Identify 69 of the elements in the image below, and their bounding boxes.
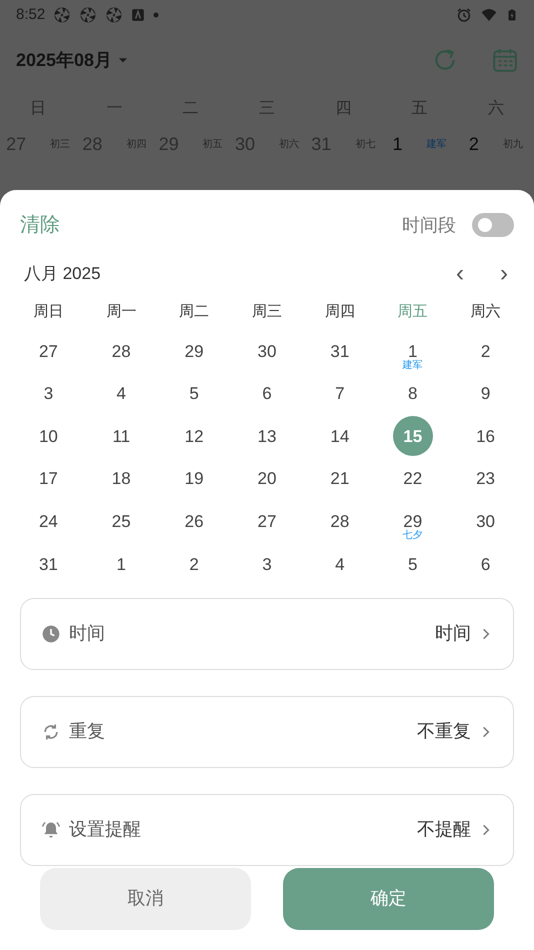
- weekday-label: 周四: [324, 302, 356, 322]
- weekday-label: 周六: [470, 302, 502, 322]
- day-cell[interactable]: 1: [101, 544, 142, 584]
- settings-row[interactable]: 重复 不重复: [20, 696, 514, 768]
- day-cell[interactable]: 7: [320, 374, 360, 414]
- bell-icon: [41, 820, 61, 840]
- dot-icon: [153, 12, 160, 18]
- status-time: 8:52: [16, 4, 46, 25]
- day-cell[interactable]: 30: [246, 331, 287, 372]
- time-range-toggle[interactable]: [472, 213, 514, 237]
- next-month-button[interactable]: ›: [494, 262, 514, 286]
- day-cell[interactable]: 21: [320, 459, 360, 500]
- day-cell[interactable]: 19: [174, 459, 214, 500]
- wifi-icon: [480, 7, 498, 23]
- day-cell[interactable]: 5: [174, 374, 214, 414]
- day-cell[interactable]: 25: [101, 502, 142, 542]
- day-cell[interactable]: 31: [320, 331, 360, 372]
- app-icon: [131, 8, 146, 22]
- day-cell[interactable]: 14: [320, 416, 360, 456]
- day-cell[interactable]: 2: [466, 331, 506, 372]
- day-cell[interactable]: 4: [101, 374, 142, 414]
- cancel-button[interactable]: 取消: [40, 868, 251, 930]
- day-cell[interactable]: 11: [101, 416, 142, 456]
- day-cell[interactable]: 3: [246, 544, 287, 584]
- festival-label: 建军: [402, 358, 423, 373]
- aperture-icon: [53, 6, 72, 24]
- day-cell[interactable]: 31: [28, 544, 68, 584]
- clock-icon: [41, 624, 61, 644]
- day-cell[interactable]: 2: [174, 544, 214, 584]
- day-cell[interactable]: 8: [392, 374, 433, 414]
- festival-label: 七夕: [402, 528, 423, 543]
- day-cell[interactable]: 28: [320, 502, 360, 542]
- day-cell[interactable]: 27: [28, 331, 68, 372]
- month-title: 八月 2025: [24, 263, 101, 286]
- day-cell[interactable]: 26: [174, 502, 214, 542]
- day-cell[interactable]: 6: [466, 544, 506, 584]
- time-range-label: 时间段: [402, 214, 456, 236]
- weekday-label: 周二: [178, 302, 210, 322]
- day-cell[interactable]: 6: [246, 374, 287, 414]
- day-cell[interactable]: 18: [101, 459, 142, 500]
- alarm-icon: [456, 7, 472, 23]
- day-cell[interactable]: 4: [320, 544, 360, 584]
- day-cell[interactable]: 20: [246, 459, 287, 500]
- lunar-label: 建军: [426, 138, 447, 152]
- day-cell[interactable]: 17: [28, 459, 68, 500]
- day-cell[interactable]: 12: [174, 416, 214, 456]
- day-cell[interactable]: 28: [101, 331, 142, 372]
- weekday-label: 周五: [396, 302, 429, 322]
- day-cell[interactable]: 27: [246, 502, 287, 542]
- day-cell[interactable]: 10: [28, 416, 68, 456]
- day-cell[interactable]: 24: [28, 502, 68, 542]
- day-cell[interactable]: 22: [392, 459, 433, 500]
- aperture-icon: [105, 6, 124, 24]
- day-cell[interactable]: 9: [466, 374, 506, 414]
- day-cell[interactable]: 23: [466, 459, 506, 500]
- calendar-icon[interactable]: [492, 47, 518, 73]
- weekday-label: 周日: [32, 302, 64, 322]
- previous-month-button[interactable]: ‹: [450, 262, 470, 286]
- day-cell[interactable]: 16: [466, 416, 506, 456]
- day-cell[interactable]: 29: [174, 331, 214, 372]
- weekday-label: 周一: [105, 302, 138, 322]
- settings-row[interactable]: 时间 时间: [20, 598, 514, 670]
- day-cell[interactable]: 5: [392, 544, 433, 584]
- day-cell[interactable]: 3: [28, 374, 68, 414]
- aperture-icon: [79, 6, 98, 24]
- weekday-label: 周三: [250, 302, 283, 322]
- day-cell[interactable]: 30: [466, 502, 506, 542]
- settings-row[interactable]: 设置提醒 不提醒: [20, 794, 514, 866]
- day-cell[interactable]: 13: [246, 416, 287, 456]
